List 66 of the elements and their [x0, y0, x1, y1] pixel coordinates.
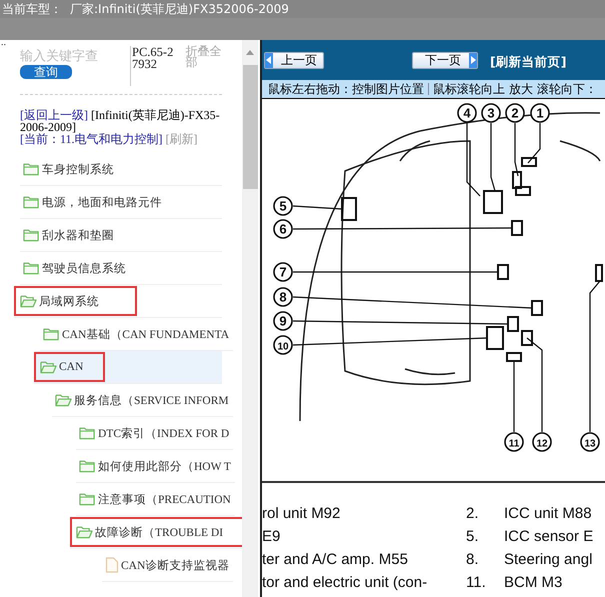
refresh-page-link[interactable]: [刷新当前页]	[490, 54, 566, 70]
legend-text: Steering angl	[504, 551, 594, 568]
folder-icon	[43, 327, 60, 341]
callout-number: 10	[277, 342, 289, 352]
folder-icon	[23, 261, 40, 275]
callout-number: 7	[279, 264, 287, 280]
tree-item[interactable]: 电源，地面和电路元件	[20, 186, 222, 219]
callout-number: 2	[511, 106, 519, 120]
callout-number: 13	[584, 438, 596, 450]
tree-item[interactable]: 驾驶员信息系统	[20, 252, 222, 285]
folder-icon	[79, 459, 96, 473]
callout-number: 8	[279, 290, 287, 304]
tree-item[interactable]: CAN	[34, 351, 222, 384]
back-link[interactable]: [返回上一级]	[20, 108, 88, 122]
callout-number: 9	[279, 314, 287, 328]
title-label: 当前车型：	[2, 0, 62, 18]
hint-text: 鼠标左右拖动：控制图片位置	[268, 80, 424, 98]
callout-number: 4	[463, 106, 471, 120]
callout-number: 5	[279, 198, 287, 214]
tree-item[interactable]: 注意事项（PRECAUTION	[76, 483, 235, 516]
tree-item[interactable]: 局域网系统	[14, 285, 222, 318]
legend-text: rol unit M92	[262, 505, 342, 522]
legend-number: 8.	[466, 551, 480, 568]
legend-number: 2.	[466, 505, 480, 522]
folder-icon	[79, 492, 96, 506]
callout-number: 12	[536, 438, 548, 450]
open-folder-icon	[55, 393, 72, 407]
tree-item[interactable]: 刮水器和垫圈	[20, 219, 222, 252]
corner-dots: ..	[0, 40, 6, 48]
tree-item[interactable]: 如何使用此部分（HOW T	[76, 450, 235, 483]
open-folder-icon	[76, 525, 93, 539]
folder-icon	[23, 195, 40, 209]
current-section: [当前：11.电气和电力控制]	[20, 132, 163, 146]
window-title: 厂家:Infiniti(英菲尼迪)FX352006-2009	[70, 0, 289, 18]
callout-number: 6	[279, 222, 287, 236]
folder-icon	[23, 228, 40, 242]
callout-number: 1	[536, 106, 544, 120]
legend-text: BCM M3	[504, 574, 564, 591]
legend-text: ICC unit M88	[504, 505, 593, 522]
legend-text: E9	[262, 528, 282, 545]
previous-page-button[interactable]: 上一页	[264, 52, 324, 68]
legend-number: 5.	[466, 528, 480, 545]
open-folder-icon	[40, 360, 57, 374]
highlight-frame: 局域网系统	[14, 286, 137, 316]
next-page-button[interactable]: 下一页	[412, 52, 478, 68]
legend-text: ICC sensor E	[504, 528, 594, 545]
highlight-frame: CAN	[34, 352, 106, 382]
breadcrumb-text: [返回上一级] [Infiniti(英菲尼迪)-FX35-2006-2009]	[20, 109, 221, 133]
hint-text: 鼠标滚轮向上 放大	[433, 80, 533, 98]
hint-text: 滚轮向下：	[536, 80, 597, 98]
callout-number: 3	[487, 106, 495, 120]
tree-item[interactable]: 车身控制系统	[20, 153, 222, 186]
tree-item[interactable]: 服务信息（SERVICE INFORM	[52, 384, 233, 417]
legend-number: 11.	[466, 574, 487, 591]
tree-item[interactable]: CAN诊断支持监视器	[102, 549, 234, 582]
open-folder-icon	[20, 294, 37, 308]
code-text: PC.65-27932	[130, 46, 180, 86]
callout-number: 11	[508, 438, 520, 450]
document-icon	[105, 557, 119, 573]
search-button[interactable]: 查询	[20, 65, 72, 79]
legend-text: ter and A/C amp. M55	[262, 551, 409, 568]
tree-item[interactable]: DTC索引（INDEX FOR D	[76, 417, 234, 450]
folder-icon	[23, 162, 40, 176]
scrollbar[interactable]	[242, 40, 258, 597]
legend-text: tor and electric unit (con-	[262, 574, 428, 591]
folder-icon	[79, 426, 96, 440]
